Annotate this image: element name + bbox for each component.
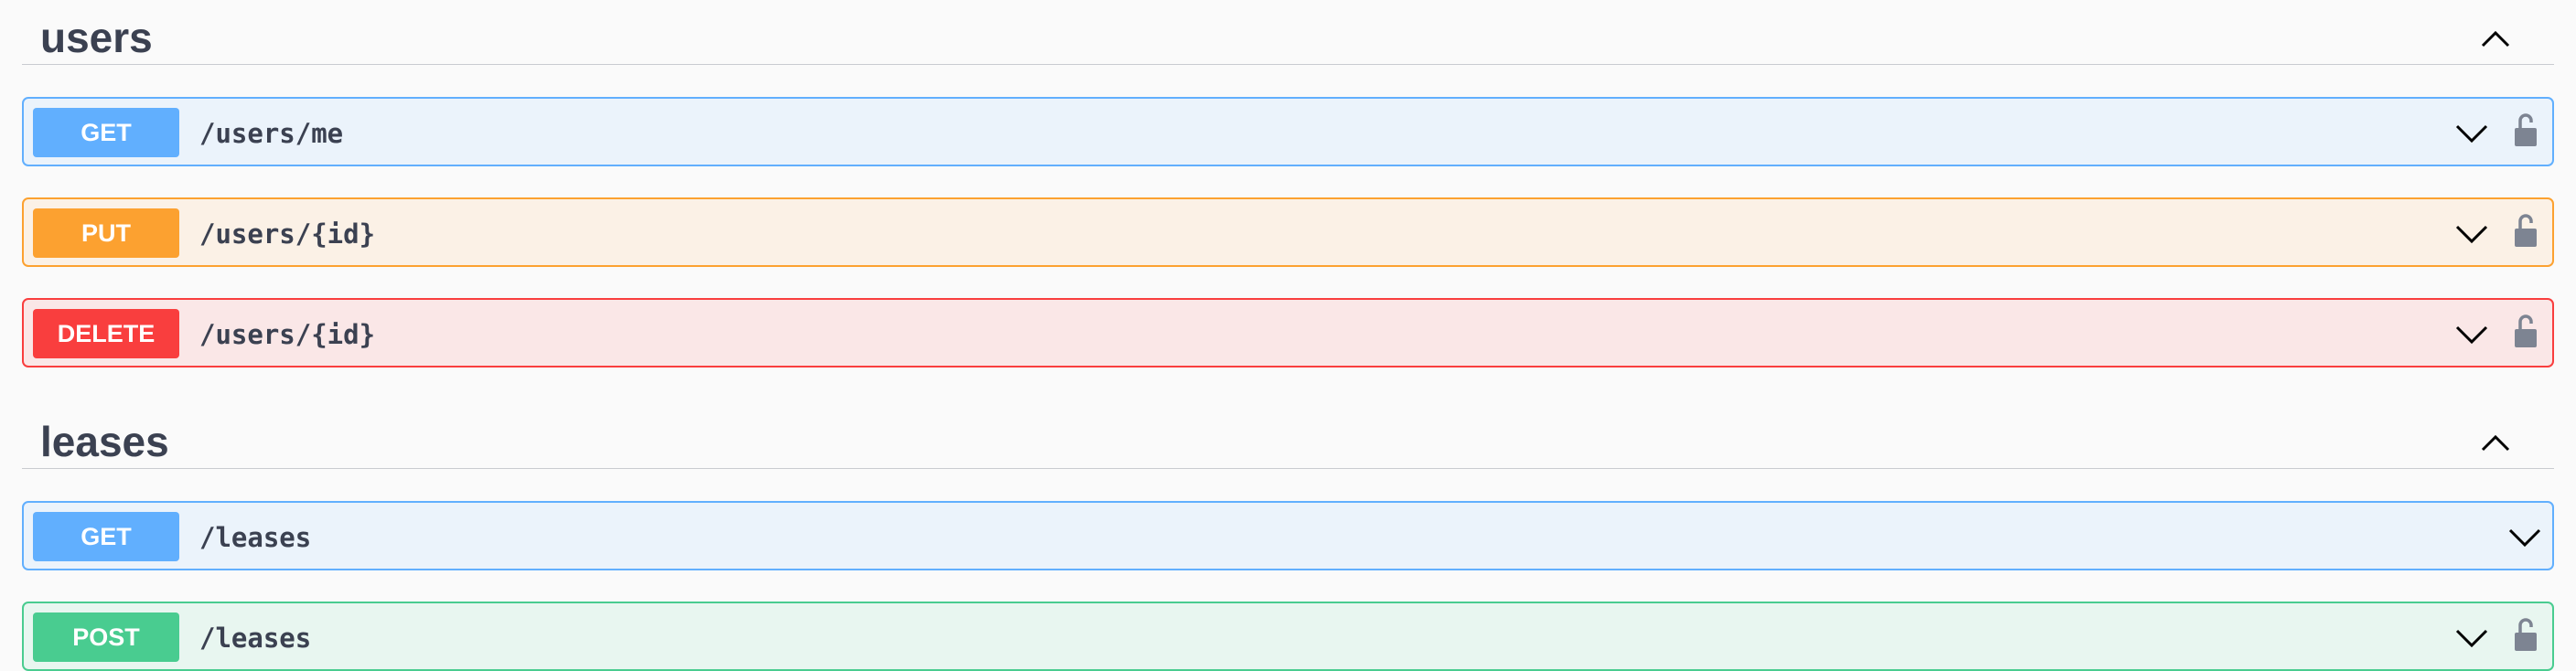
- method-badge: GET: [33, 512, 179, 561]
- operation-path: /users/{id}: [199, 218, 376, 250]
- operation-delete-users-id[interactable]: DELETE /users/{id}: [22, 298, 2554, 367]
- chevron-down-icon[interactable]: [2453, 117, 2490, 150]
- chevron-down-icon[interactable]: [2453, 218, 2490, 250]
- operation-post-leases[interactable]: POST /leases: [22, 602, 2554, 671]
- tag-section-users: users: [22, 0, 2554, 65]
- operation-get-leases[interactable]: GET /leases: [22, 501, 2554, 570]
- tag-header-users[interactable]: users: [22, 0, 2554, 65]
- method-badge: GET: [33, 108, 179, 157]
- lock-icon[interactable]: [2512, 313, 2539, 349]
- tag-section-leases: leases: [22, 404, 2554, 469]
- method-badge: PUT: [33, 208, 179, 258]
- chevron-down-icon[interactable]: [2506, 521, 2543, 554]
- operation-get-users-me[interactable]: GET /users/me: [22, 97, 2554, 166]
- tag-title: leases: [40, 418, 169, 465]
- chevron-down-icon[interactable]: [2453, 622, 2490, 655]
- chevron-up-icon[interactable]: [2477, 424, 2514, 461]
- operation-path: /users/me: [199, 118, 344, 149]
- lock-icon[interactable]: [2512, 212, 2539, 249]
- method-badge: DELETE: [33, 309, 179, 358]
- operation-path: /leases: [199, 522, 312, 553]
- tag-header-leases[interactable]: leases: [22, 404, 2554, 469]
- lock-icon[interactable]: [2512, 616, 2539, 653]
- operation-path: /leases: [199, 623, 312, 654]
- operation-path: /users/{id}: [199, 319, 376, 350]
- operation-put-users-id[interactable]: PUT /users/{id}: [22, 197, 2554, 267]
- lock-icon[interactable]: [2512, 112, 2539, 148]
- method-badge: POST: [33, 612, 179, 662]
- chevron-down-icon[interactable]: [2453, 318, 2490, 351]
- tag-title: users: [40, 14, 153, 61]
- chevron-up-icon[interactable]: [2477, 20, 2514, 57]
